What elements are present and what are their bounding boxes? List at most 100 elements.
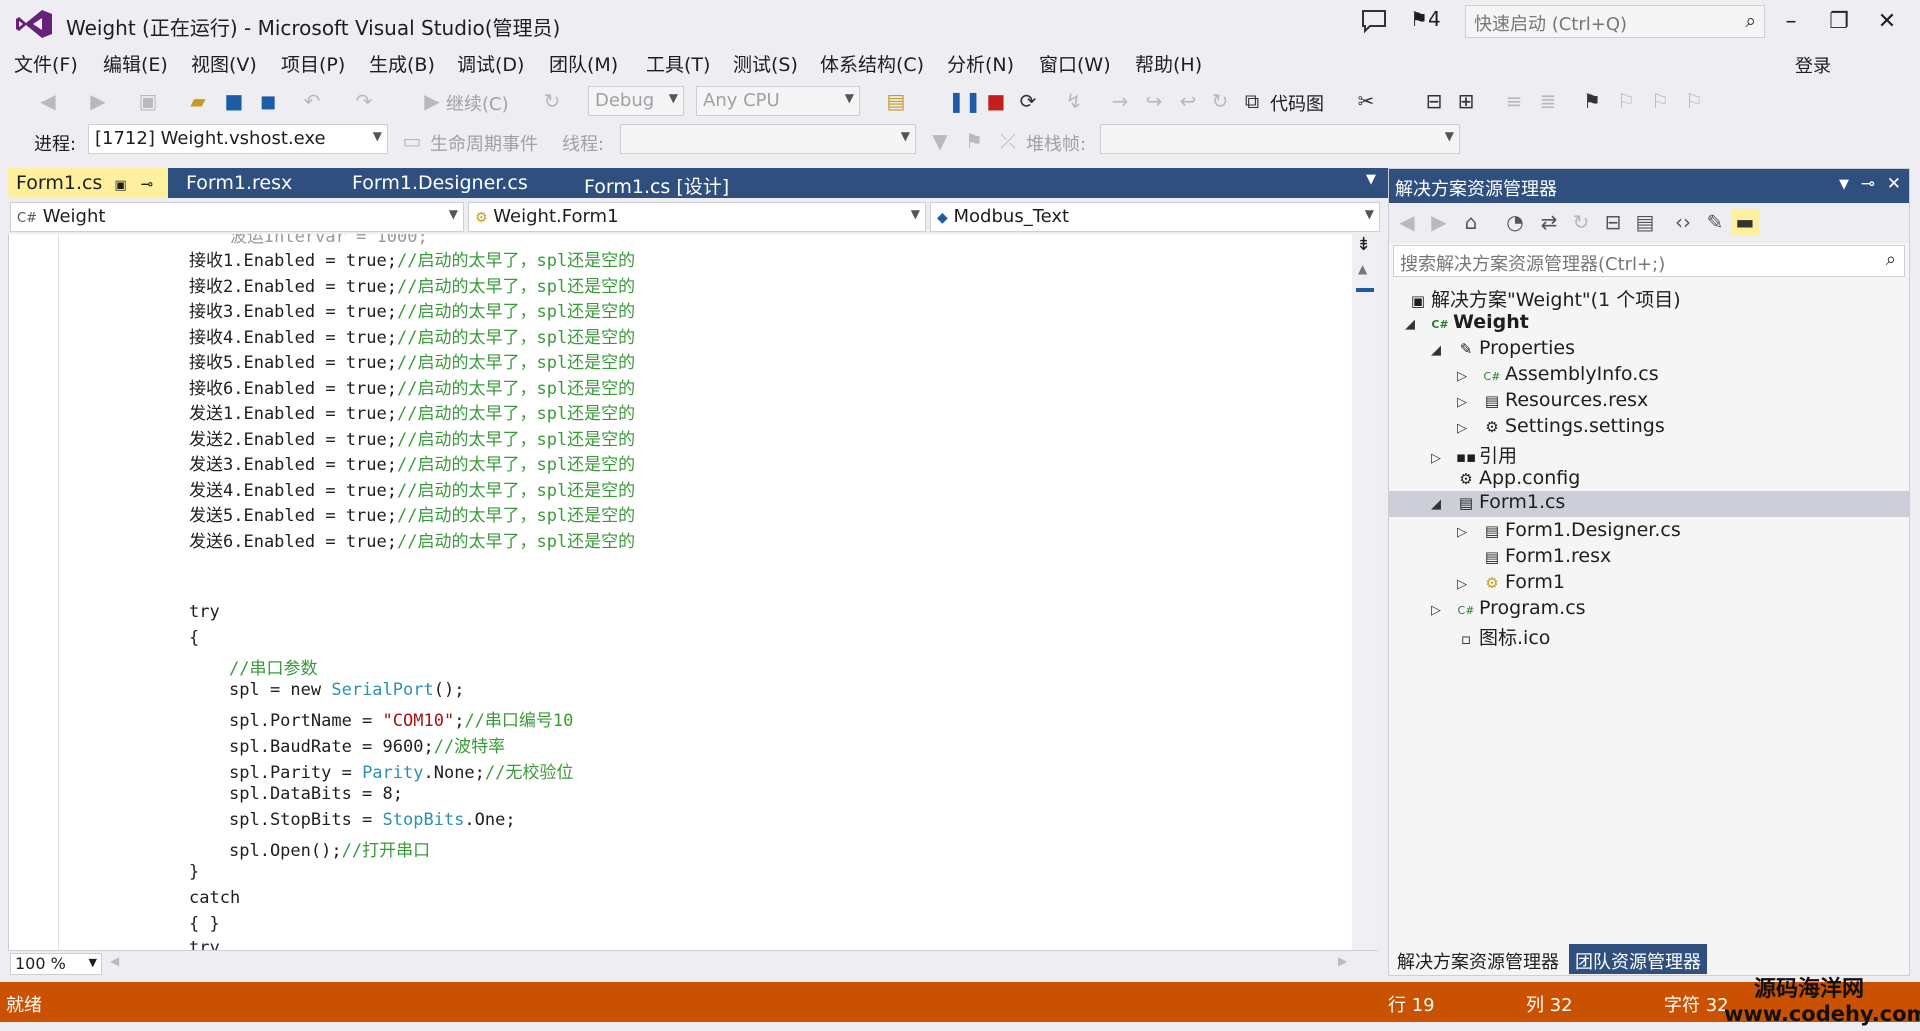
scroll-up-icon[interactable]: ▲ (1358, 262, 1367, 276)
tab-solution-explorer[interactable]: 解决方案资源管理器 (1391, 944, 1565, 974)
menu-debug[interactable]: 调试(D) (457, 50, 524, 77)
navigate-forward-icon[interactable]: ▶ (84, 88, 112, 114)
undo-icon[interactable]: ↶ (298, 88, 326, 114)
menu-tools[interactable]: 工具(T) (646, 50, 710, 77)
bookmark-icon[interactable]: ⚑ (1578, 88, 1606, 114)
menu-team[interactable]: 团队(M) (549, 50, 618, 77)
show-next-statement-icon[interactable]: ↯ (1060, 88, 1088, 114)
menu-file[interactable]: 文件(F) (14, 50, 78, 77)
lifecycle-events-label[interactable]: 生命周期事件 (430, 130, 538, 156)
project-combo[interactable]: C# Weight ▼ (10, 202, 464, 232)
notifications-indicator[interactable]: ⚑4 (1410, 7, 1441, 31)
solution-search-input[interactable]: 搜索解决方案资源管理器(Ctrl+;) ⌕ (1393, 245, 1905, 277)
stack-icon[interactable]: ⤫ (994, 128, 1022, 154)
collapsed-icon[interactable]: ▷ (1457, 525, 1479, 540)
tree-node-resources[interactable]: ▷ ▤ Resources.resx (1457, 389, 1648, 415)
menu-window[interactable]: 窗口(W) (1039, 50, 1111, 77)
tab-team-explorer[interactable]: 团队资源管理器 (1569, 944, 1707, 974)
new-project-icon[interactable]: ▣ (134, 88, 162, 114)
redo-icon[interactable]: ↷ (350, 88, 378, 114)
collapse-all-icon[interactable]: ⊟ (1599, 209, 1627, 235)
tree-node-form1-class[interactable]: ▷ ⚙ Form1 (1457, 571, 1565, 597)
platform-combo[interactable]: Any CPU ▼ (696, 86, 860, 116)
configuration-combo[interactable]: Debug ▼ (588, 86, 684, 116)
collapsed-icon[interactable]: ▷ (1457, 421, 1479, 436)
flag-thread-icon[interactable]: ⚑ (960, 128, 988, 154)
collapsed-icon[interactable]: ▷ (1457, 395, 1479, 410)
continue-label[interactable]: 继续(C) (446, 90, 509, 116)
tree-node-assemblyinfo[interactable]: ▷ C# AssemblyInfo.cs (1457, 363, 1659, 389)
open-file-icon[interactable]: ▰ (184, 88, 212, 114)
save-icon[interactable]: ■ (220, 88, 248, 114)
comment-icon[interactable]: ⊟ (1420, 88, 1448, 114)
filter-icon[interactable]: ▼ (926, 128, 954, 154)
close-panel-icon[interactable]: ✕ (1887, 174, 1901, 194)
tree-node-form1-resx[interactable]: ▤ Form1.resx (1479, 545, 1611, 571)
restart-small-icon[interactable]: ↻ (538, 88, 566, 114)
back-icon[interactable]: ◀ (1393, 209, 1421, 235)
forward-icon[interactable]: ▶ (1425, 209, 1453, 235)
tree-node-icon-file[interactable]: ▫ 图标.ico (1453, 623, 1550, 649)
split-icon[interactable]: ⇟ (1356, 234, 1371, 255)
tree-node-form1-designer[interactable]: ▷ ▤ Form1.Designer.cs (1457, 519, 1681, 545)
code-map-icon[interactable]: ⧉ (1238, 88, 1266, 114)
save-all-icon[interactable]: ◼ (254, 88, 282, 114)
minimize-button[interactable]: – (1770, 2, 1812, 42)
collapsed-icon[interactable]: ▷ (1457, 577, 1479, 592)
preview-icon[interactable]: ▬ (1731, 209, 1759, 235)
refresh-icon[interactable]: ↻ (1567, 209, 1595, 235)
find-icon[interactable]: ▤ (882, 88, 910, 114)
scroll-thumb[interactable] (1356, 288, 1374, 292)
navigate-back-icon[interactable]: ◀ (34, 88, 62, 114)
stack-frame-combo[interactable]: ▼ (1100, 124, 1460, 154)
tree-node-program[interactable]: ▷ C# Program.cs (1431, 597, 1586, 623)
thread-combo[interactable]: ▼ (620, 124, 916, 154)
breakpoints-icon[interactable]: ✂ (1352, 88, 1380, 114)
menu-edit[interactable]: 编辑(E) (103, 50, 168, 77)
vertical-scrollbar[interactable]: ⇟ ▲ (1352, 234, 1378, 950)
pin-icon[interactable]: ⊸ (141, 175, 154, 193)
member-combo[interactable]: ◆ Modbus_Text ▼ (930, 202, 1380, 232)
show-all-files-icon[interactable]: ▤ (1631, 209, 1659, 235)
feedback-icon[interactable] (1360, 8, 1388, 34)
code-map-label[interactable]: 代码图 (1270, 90, 1324, 116)
menu-help[interactable]: 帮助(H) (1135, 50, 1202, 77)
expanded-icon[interactable]: ◢ (1431, 497, 1453, 512)
tree-node-properties[interactable]: ◢ ✎ Properties (1431, 337, 1575, 363)
tree-node-solution[interactable]: ▣ 解决方案"Weight"(1 个项目) (1405, 285, 1681, 311)
tab-form1-designer[interactable]: Form1.Designer.cs (344, 168, 536, 198)
menu-build[interactable]: 生成(B) (369, 50, 435, 77)
tab-form1-design[interactable]: Form1.cs [设计] (576, 168, 737, 198)
menu-analyze[interactable]: 分析(N) (947, 50, 1014, 77)
prev-bookmark-icon[interactable]: ⚐ (1612, 88, 1640, 114)
menu-view[interactable]: 视图(V) (191, 50, 257, 77)
collapsed-icon[interactable]: ▷ (1431, 451, 1453, 466)
stop-icon[interactable]: ■ (982, 88, 1010, 114)
outdent-icon[interactable]: ≡ (1500, 88, 1528, 114)
view-code-icon[interactable]: ‹› (1669, 209, 1697, 235)
process-combo[interactable]: [1712] Weight.vshost.exe ▼ (88, 124, 388, 154)
properties-icon[interactable]: ✎ (1701, 209, 1729, 235)
tree-node-form1[interactable]: ◢ ▤ Form1.cs (1389, 491, 1909, 517)
restart-icon[interactable]: ⟳ (1014, 88, 1042, 114)
tab-overflow-icon[interactable]: ▼ (1358, 168, 1384, 198)
class-combo[interactable]: ⚙ Weight.Form1 ▼ (468, 202, 926, 232)
uncomment-icon[interactable]: ⊞ (1452, 88, 1480, 114)
collapsed-icon[interactable]: ▷ (1457, 369, 1479, 384)
expanded-icon[interactable]: ◢ (1405, 317, 1427, 332)
dropdown-icon[interactable]: ▼ (1839, 177, 1849, 192)
continue-icon[interactable]: ▶ (418, 88, 446, 114)
lifecycle-icon[interactable]: ▭ (398, 128, 426, 154)
tab-form1-resx[interactable]: Form1.resx (178, 168, 300, 198)
tab-form1-cs[interactable]: Form1.cs ▣ ⊸ ✕ (8, 168, 168, 216)
menu-test[interactable]: 测试(S) (733, 50, 798, 77)
pin-icon[interactable]: ⊸ (1861, 174, 1875, 194)
step-over-icon[interactable]: ↪ (1140, 88, 1168, 114)
home-icon[interactable]: ⌂ (1457, 209, 1485, 235)
clear-bookmarks-icon[interactable]: ⚐ (1680, 88, 1708, 114)
close-window-button[interactable]: ✕ (1866, 2, 1908, 42)
step-into-icon[interactable]: → (1106, 88, 1134, 114)
collapsed-icon[interactable]: ▷ (1431, 603, 1453, 618)
menu-project[interactable]: 项目(P) (281, 50, 345, 77)
step-out-icon[interactable]: ↩ (1174, 88, 1202, 114)
